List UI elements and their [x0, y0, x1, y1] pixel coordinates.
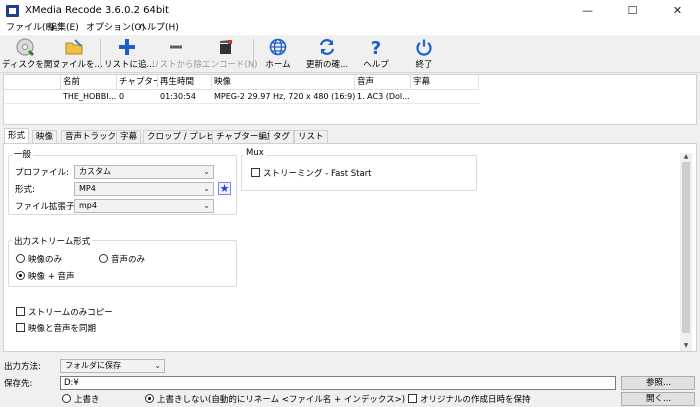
- browse-button[interactable]: 参照...: [621, 376, 695, 390]
- video-only-radio[interactable]: [16, 254, 25, 263]
- keep-date-checkbox[interactable]: [408, 394, 417, 403]
- menu-help[interactable]: ヘルプ(H): [138, 22, 179, 35]
- file-extension-select[interactable]: mp4 ⌄: [74, 199, 214, 213]
- profile-select[interactable]: カスタム ⌄: [74, 165, 214, 179]
- add-to-list-button[interactable]: リストに追...: [104, 36, 155, 72]
- tab-tags[interactable]: タグ: [269, 130, 295, 144]
- save-to-field[interactable]: D:¥: [60, 376, 616, 390]
- open-disc-button[interactable]: ディスクを開く: [2, 36, 61, 72]
- cell-name: THE_HOBBI...: [63, 92, 117, 101]
- tab-video[interactable]: 映像: [32, 130, 58, 144]
- column-header-chapter[interactable]: チャプター: [117, 75, 158, 89]
- menu-bar: ファイル(F) 編集(E) オプション(O) ヘルプ(H): [0, 22, 700, 35]
- minimize-button[interactable]: —: [565, 0, 610, 22]
- no-overwrite-radio[interactable]: [145, 394, 154, 403]
- menu-file[interactable]: ファイル(F): [6, 22, 54, 35]
- check-update-button[interactable]: 更新の確...: [302, 36, 352, 72]
- column-header-duration[interactable]: 再生時間: [158, 75, 212, 89]
- app-icon: [6, 5, 19, 17]
- file-extension-label: ファイル拡張子:: [15, 202, 78, 212]
- overwrite-radio[interactable]: [62, 394, 71, 403]
- cell-subtitle: [411, 91, 479, 103]
- power-icon: [415, 38, 433, 56]
- toolbar-separator: [100, 39, 101, 69]
- minus-icon: [167, 38, 185, 56]
- scroll-down-icon[interactable]: ▼: [681, 342, 691, 350]
- save-to-label: 保存先:: [4, 379, 33, 389]
- column-header-name[interactable]: 名前: [61, 75, 117, 89]
- format-select[interactable]: MP4 ⌄: [74, 182, 214, 196]
- streaming-fast-start-checkbox[interactable]: [251, 168, 260, 177]
- output-method-select[interactable]: フォルダに保存 ⌄: [60, 359, 165, 373]
- encode-button[interactable]: エンコード(N): [202, 36, 258, 72]
- tab-list[interactable]: リスト: [294, 130, 328, 144]
- help-button[interactable]: ? ヘルプ: [356, 36, 396, 72]
- audio-only-label: 音声のみ: [111, 255, 146, 265]
- scrollbar-thumb[interactable]: [682, 162, 690, 333]
- cell-video: MPEG-2 29.97 Hz, 720 x 480 (16:9), ...: [214, 92, 355, 101]
- toolbar: ディスクを開く ファイルを... リストに追... リストから除... エンコー…: [0, 35, 700, 73]
- cell-chapter: 0: [119, 92, 125, 101]
- question-icon: ?: [367, 38, 385, 56]
- toolbar-separator: [253, 39, 254, 69]
- open-file-button[interactable]: ファイルを...: [52, 36, 103, 72]
- column-header-video[interactable]: 映像: [212, 75, 355, 89]
- clapperboard-icon: [217, 38, 235, 56]
- mux-group-title: Mux: [244, 148, 266, 158]
- video-audio-label: 映像 + 音声: [28, 272, 75, 282]
- tab-subtitle[interactable]: 字幕: [116, 130, 142, 144]
- format-label: 形式:: [15, 185, 35, 195]
- plus-icon: [118, 38, 136, 56]
- column-header-blank: [4, 75, 61, 89]
- audio-only-radio[interactable]: [99, 254, 108, 263]
- svg-text:?: ?: [371, 38, 381, 56]
- maximize-button[interactable]: ☐: [610, 0, 655, 22]
- remove-from-list-button[interactable]: リストから除...: [151, 36, 210, 72]
- globe-icon: [269, 38, 287, 56]
- menu-edit[interactable]: 編集(E): [48, 22, 79, 35]
- chevron-down-icon: ⌄: [203, 184, 210, 193]
- cell-audio: 1. AC3 (Dol...: [357, 92, 410, 101]
- streaming-fast-start-label: ストリーミング - Fast Start: [263, 169, 372, 179]
- output-method-label: 出力方法:: [4, 362, 41, 372]
- cell-duration: 01:30:54: [160, 92, 196, 101]
- disc-icon: [16, 38, 34, 56]
- profile-label: プロファイル:: [15, 168, 69, 178]
- open-folder-button[interactable]: 開く...: [621, 392, 695, 406]
- column-header-subtitle[interactable]: 字幕: [411, 75, 479, 89]
- menu-options[interactable]: オプション(O): [86, 22, 145, 35]
- column-header-audio[interactable]: 音声: [355, 75, 411, 89]
- sync-av-label: 映像と音声を同期: [28, 324, 97, 334]
- scroll-up-icon[interactable]: ▲: [681, 153, 691, 161]
- table-row[interactable]: THE_HOBBI... 0 01:30:54 MPEG-2 29.97 Hz,…: [4, 90, 480, 104]
- favorite-star-icon[interactable]: ★: [218, 182, 231, 195]
- output-stream-group-title: 出力ストリーム形式: [12, 235, 93, 247]
- chevron-down-icon: ⌄: [203, 167, 210, 176]
- chevron-down-icon: ⌄: [203, 201, 210, 210]
- overwrite-label: 上書き: [74, 395, 100, 405]
- file-list[interactable]: 名前 チャプター 再生時間 映像 音声 字幕 THE_HOBBI... 0 01…: [3, 74, 697, 125]
- video-audio-radio[interactable]: [16, 271, 25, 280]
- general-group-title: 一般: [12, 148, 34, 160]
- no-overwrite-label: 上書きしない(自動的にリネーム <ファイル名 + インデックス>): [157, 395, 406, 405]
- refresh-icon: [318, 38, 336, 56]
- window-title: XMedia Recode 3.6.0.2 64bit: [25, 5, 169, 16]
- stream-copy-checkbox[interactable]: [16, 307, 25, 316]
- tab-format[interactable]: 形式: [4, 128, 30, 144]
- chevron-down-icon: ⌄: [154, 361, 161, 370]
- sync-av-checkbox[interactable]: [16, 323, 25, 332]
- close-button[interactable]: ✕: [655, 0, 700, 22]
- folder-icon: [65, 38, 83, 56]
- stream-copy-label: ストリームのみコピー: [28, 308, 113, 318]
- video-only-label: 映像のみ: [28, 255, 63, 265]
- exit-button[interactable]: 終了: [404, 36, 444, 72]
- keep-date-label: オリジナルの作成日時を保持: [420, 395, 531, 405]
- home-button[interactable]: ホーム: [258, 36, 298, 72]
